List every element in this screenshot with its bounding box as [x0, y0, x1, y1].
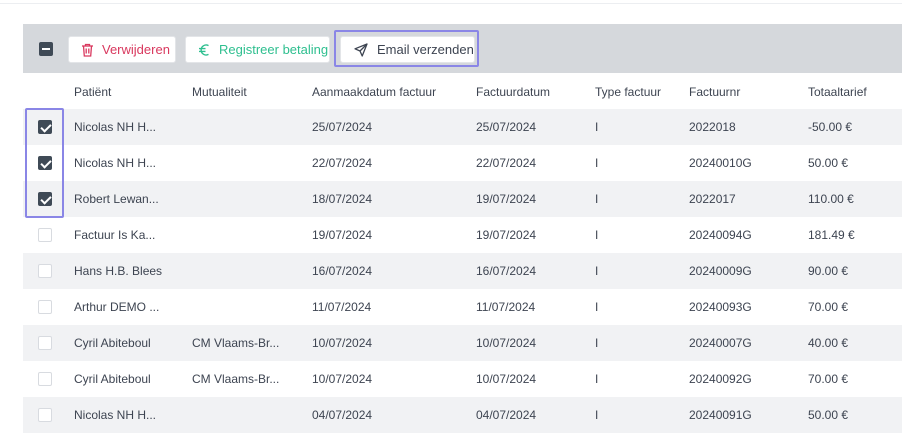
- type-cell: I: [595, 120, 599, 134]
- column-header-type[interactable]: Type factuur: [595, 85, 661, 99]
- table-header: Patiënt Mutualiteit Aanmaakdatum factuur…: [23, 73, 902, 109]
- column-header-factuurnr[interactable]: Factuurnr: [689, 85, 740, 99]
- aanmaakdatum-cell: 11/07/2024: [312, 300, 372, 314]
- factuurnr-cell: 20240094G: [689, 228, 752, 242]
- patient-cell: Hans H.B. Blees: [74, 264, 163, 278]
- patient-cell: Cyril Abiteboul: [74, 336, 151, 350]
- column-header-factuurdatum[interactable]: Factuurdatum: [476, 85, 550, 99]
- totaal-cell: 181.49 €: [808, 228, 855, 242]
- patient-cell: Robert Lewan...: [74, 192, 159, 206]
- mutualiteit-cell: CM Vlaams-Br...: [192, 372, 280, 386]
- register-payment-label: Registreer betaling: [219, 42, 329, 57]
- type-cell: I: [595, 408, 599, 422]
- type-cell: I: [595, 156, 599, 170]
- patient-cell: Factuur Is Ka...: [74, 228, 156, 242]
- aanmaakdatum-cell: 22/07/2024: [312, 156, 373, 170]
- factuurdatum-cell: 19/07/2024: [476, 228, 537, 242]
- totaal-cell: 70.00 €: [808, 300, 849, 314]
- totaal-cell: 40.00 €: [808, 336, 849, 350]
- factuurnr-cell: 2022018: [689, 120, 736, 134]
- table-row[interactable]: Hans H.B. Blees 16/07/2024 16/07/2024 I …: [23, 253, 902, 289]
- factuurnr-cell: 20240007G: [689, 336, 752, 350]
- row-checkbox[interactable]: [38, 264, 52, 278]
- totaal-cell: 70.00 €: [808, 372, 849, 386]
- table-row[interactable]: Arthur DEMO ... 11/07/2024 11/07/2024 I …: [23, 289, 902, 325]
- factuurnr-cell: 20240093G: [689, 300, 752, 314]
- column-header-mutualiteit[interactable]: Mutualiteit: [192, 85, 247, 99]
- email-button-highlight: [334, 30, 479, 67]
- table-row[interactable]: Cyril Abiteboul CM Vlaams-Br... 10/07/20…: [23, 361, 902, 397]
- delete-button-label: Verwijderen: [102, 42, 170, 57]
- factuurdatum-cell: 10/07/2024: [476, 336, 537, 350]
- totaal-cell: 90.00 €: [808, 264, 849, 278]
- row-checkbox[interactable]: [38, 300, 52, 314]
- trash-icon: [79, 42, 95, 58]
- type-cell: I: [595, 264, 599, 278]
- patient-cell: Arthur DEMO ...: [74, 300, 160, 314]
- type-cell: I: [595, 372, 599, 386]
- patient-cell: Nicolas NH H...: [74, 156, 157, 170]
- aanmaakdatum-cell: 10/07/2024: [312, 372, 373, 386]
- top-divider: [0, 0, 902, 4]
- table-row[interactable]: Nicolas NH H... 04/07/2024 04/07/2024 I …: [23, 397, 902, 433]
- totaal-cell: -50.00 €: [808, 120, 853, 134]
- euro-icon: [196, 42, 212, 58]
- factuurdatum-cell: 04/07/2024: [476, 408, 537, 422]
- aanmaakdatum-cell: 18/07/2024: [312, 192, 373, 206]
- column-header-patient[interactable]: Patiënt: [74, 85, 111, 99]
- type-cell: I: [595, 228, 599, 242]
- table-row[interactable]: Cyril Abiteboul CM Vlaams-Br... 10/07/20…: [23, 325, 902, 361]
- totaal-cell: 50.00 €: [808, 408, 849, 422]
- factuurdatum-cell: 25/07/2024: [476, 120, 537, 134]
- type-cell: I: [595, 300, 599, 314]
- factuurnr-cell: 2022017: [689, 192, 736, 206]
- aanmaakdatum-cell: 10/07/2024: [312, 336, 373, 350]
- aanmaakdatum-cell: 16/07/2024: [312, 264, 373, 278]
- table-row[interactable]: Factuur Is Ka... 19/07/2024 19/07/2024 I…: [23, 217, 902, 253]
- factuurnr-cell: 20240009G: [689, 264, 752, 278]
- register-payment-button[interactable]: Registreer betaling: [185, 36, 330, 63]
- row-checkbox[interactable]: [38, 228, 52, 242]
- invoice-table-panel: Verwijderen Registreer betaling Email ve…: [23, 24, 902, 439]
- aanmaakdatum-cell: 19/07/2024: [312, 228, 373, 242]
- factuurnr-cell: 20240091G: [689, 408, 752, 422]
- selected-checkboxes-highlight: [25, 108, 64, 218]
- factuurdatum-cell: 19/07/2024: [476, 192, 537, 206]
- aanmaakdatum-cell: 04/07/2024: [312, 408, 373, 422]
- factuurdatum-cell: 11/07/2024: [476, 300, 536, 314]
- table-row[interactable]: Nicolas NH H... 22/07/2024 22/07/2024 I …: [23, 145, 902, 181]
- row-checkbox[interactable]: [38, 408, 52, 422]
- select-all-checkbox[interactable]: [39, 42, 53, 56]
- patient-cell: Cyril Abiteboul: [74, 372, 151, 386]
- table-row[interactable]: Robert Lewan... 18/07/2024 19/07/2024 I …: [23, 181, 902, 217]
- factuurdatum-cell: 16/07/2024: [476, 264, 537, 278]
- bulk-action-toolbar: Verwijderen Registreer betaling Email ve…: [23, 24, 902, 73]
- row-checkbox[interactable]: [38, 336, 52, 350]
- factuurnr-cell: 20240010G: [689, 156, 752, 170]
- delete-button[interactable]: Verwijderen: [68, 36, 176, 63]
- type-cell: I: [595, 336, 599, 350]
- factuurnr-cell: 20240092G: [689, 372, 752, 386]
- patient-cell: Nicolas NH H...: [74, 408, 157, 422]
- type-cell: I: [595, 192, 599, 206]
- factuurdatum-cell: 10/07/2024: [476, 372, 537, 386]
- totaal-cell: 50.00 €: [808, 156, 849, 170]
- column-header-aanmaakdatum[interactable]: Aanmaakdatum factuur: [312, 85, 436, 99]
- column-header-totaaltarief[interactable]: Totaaltarief: [808, 85, 867, 99]
- mutualiteit-cell: CM Vlaams-Br...: [192, 336, 280, 350]
- aanmaakdatum-cell: 25/07/2024: [312, 120, 373, 134]
- row-checkbox[interactable]: [38, 372, 52, 386]
- totaal-cell: 110.00 €: [808, 192, 854, 206]
- patient-cell: Nicolas NH H...: [74, 120, 157, 134]
- table-row[interactable]: Nicolas NH H... 25/07/2024 25/07/2024 I …: [23, 109, 902, 145]
- factuurdatum-cell: 22/07/2024: [476, 156, 537, 170]
